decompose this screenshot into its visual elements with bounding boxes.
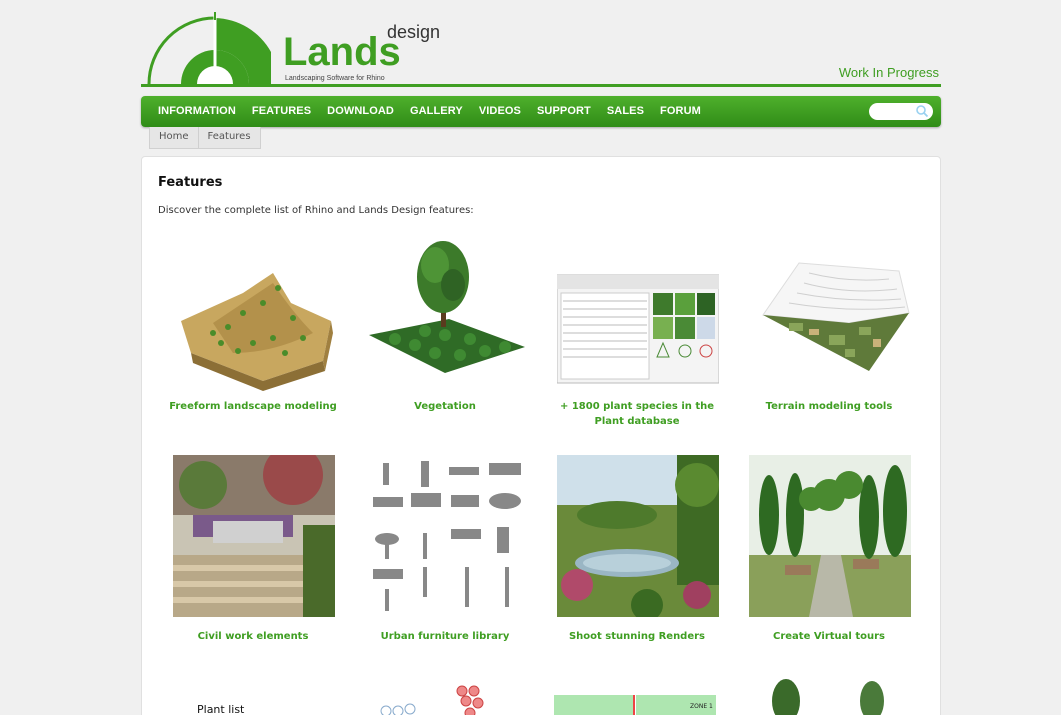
feature-label[interactable]: + 1800 plant species in the	[542, 399, 732, 414]
lands-design-logo[interactable]: Lands design Landscaping Software for Rh…	[147, 12, 447, 86]
feature-label[interactable]: Terrain modeling tools	[734, 399, 924, 414]
nav-item-gallery[interactable]: GALLERY	[410, 105, 463, 117]
logo-tagline: Landscaping Software for Rhino	[285, 75, 385, 82]
logo-emblem-icon	[147, 12, 271, 85]
nav-item-videos[interactable]: VIDEOS	[479, 105, 521, 117]
nav-item-download[interactable]: DOWNLOAD	[327, 105, 394, 117]
main-nav: INFORMATION FEATURES DOWNLOAD GALLERY VI…	[141, 96, 941, 127]
zone-plan-thumb[interactable]: ZONE 1	[554, 695, 716, 715]
breadcrumb: Home Features	[149, 127, 261, 149]
feature-card[interactable]: Terrain modeling tools	[734, 235, 924, 435]
tree-models-thumb[interactable]	[748, 675, 910, 715]
logo-wordmark: Lands	[283, 30, 401, 74]
logo-superscript: design	[387, 22, 441, 42]
search-icon[interactable]	[915, 104, 929, 118]
plant-list-thumb-label: Plant list	[197, 703, 245, 715]
nav-item-information[interactable]: INFORMATION	[158, 105, 236, 117]
intro-text: Discover the complete list of Rhino and …	[158, 205, 474, 216]
site-header: Lands design Landscaping Software for Rh…	[141, 0, 941, 88]
feature-label[interactable]: Urban furniture library	[350, 629, 540, 644]
zone-label: ZONE 1	[690, 703, 713, 710]
feature-label[interactable]: Create Virtual tours	[734, 629, 924, 644]
feature-label[interactable]: Shoot stunning Renders	[542, 629, 732, 644]
breadcrumb-features: Features	[197, 127, 260, 148]
feature-card[interactable]: Freeform landscape modeling	[158, 235, 348, 435]
header-divider	[141, 84, 941, 87]
terrain-tools-image[interactable]	[749, 243, 911, 405]
feature-label[interactable]: Freeform landscape modeling	[158, 399, 348, 414]
virtual-tour-garden[interactable]	[749, 455, 911, 617]
content-panel: Features Discover the complete list of R…	[141, 156, 941, 715]
plant-database-screenshot[interactable]	[557, 249, 719, 411]
breadcrumb-home[interactable]: Home	[150, 127, 198, 148]
feature-label[interactable]: Civil work elements	[158, 629, 348, 644]
freeform-terrain-image[interactable]	[173, 243, 335, 405]
nav-item-support[interactable]: SUPPORT	[537, 105, 591, 117]
page-title: Features	[158, 175, 223, 190]
feature-card[interactable]: Urban furniture library	[350, 453, 540, 653]
nav-item-forum[interactable]: FORUM	[660, 105, 701, 117]
feature-label-line2[interactable]: Plant database	[542, 414, 732, 429]
feature-card[interactable]: Vegetation	[350, 235, 540, 435]
feature-card[interactable]: Create Virtual tours	[734, 453, 924, 653]
feature-card[interactable]: Shoot stunning Renders	[542, 453, 732, 653]
feature-card[interactable]: Civil work elements	[158, 453, 348, 653]
search-input[interactable]	[869, 103, 933, 120]
nav-item-features[interactable]: FEATURES	[252, 105, 311, 117]
render-pond-image[interactable]	[557, 455, 719, 617]
vegetation-tree-image[interactable]	[365, 235, 527, 397]
status-text: Work In Progress	[838, 65, 939, 80]
site-wrapper: Lands design Landscaping Software for Rh…	[141, 0, 941, 715]
nav-menu: INFORMATION FEATURES DOWNLOAD GALLERY VI…	[158, 105, 717, 117]
civil-work-render[interactable]	[173, 455, 335, 617]
nav-item-sales[interactable]: SALES	[607, 105, 644, 117]
feature-label[interactable]: Vegetation	[350, 399, 540, 414]
plant-symbols-thumb[interactable]	[366, 685, 528, 715]
feature-card[interactable]: + 1800 plant species in the Plant databa…	[542, 235, 732, 435]
urban-furniture-grid[interactable]	[365, 455, 527, 617]
